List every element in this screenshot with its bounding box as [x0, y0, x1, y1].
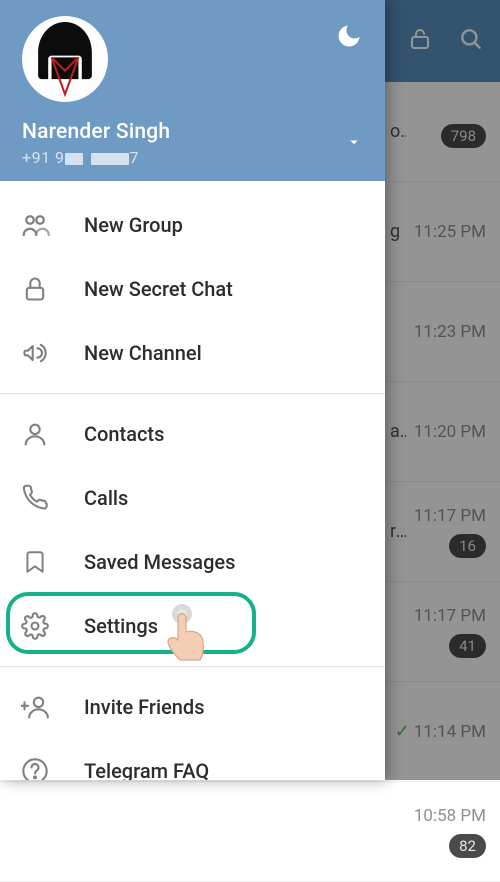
tutorial-pointer-icon	[158, 602, 218, 676]
menu-divider	[0, 666, 385, 667]
megaphone-icon	[20, 338, 50, 368]
menu-item-calls[interactable]: Calls	[0, 466, 385, 530]
menu-item-new-group[interactable]: New Group	[0, 193, 385, 257]
profile-phone: +91 9 7	[22, 148, 363, 167]
account-dropdown-icon[interactable]	[345, 133, 363, 155]
lock-icon	[20, 274, 50, 304]
chat-time: 10:58 PM	[414, 806, 486, 826]
menu-label: Calls	[84, 486, 128, 510]
navigation-drawer: Narender Singh +91 9 7 New Group New Sec…	[0, 0, 385, 780]
unread-badge: 82	[449, 834, 486, 858]
bookmark-icon	[20, 547, 50, 577]
menu-label: Telegram FAQ	[84, 759, 209, 780]
night-mode-icon[interactable]	[335, 22, 363, 54]
chat-row[interactable]: 10:58 PM 82	[0, 782, 500, 882]
help-icon	[20, 756, 50, 780]
menu-label: Saved Messages	[84, 550, 235, 574]
person-icon	[20, 419, 50, 449]
menu-item-new-channel[interactable]: New Channel	[0, 321, 385, 385]
drawer-header: Narender Singh +91 9 7	[0, 0, 385, 181]
menu-label: Settings	[84, 614, 158, 638]
menu-label: Contacts	[84, 422, 164, 446]
menu-item-invite-friends[interactable]: Invite Friends	[0, 675, 385, 739]
menu-item-saved-messages[interactable]: Saved Messages	[0, 530, 385, 594]
profile-name: Narender Singh	[22, 120, 363, 144]
phone-icon	[20, 483, 50, 513]
menu-item-contacts[interactable]: Contacts	[0, 402, 385, 466]
menu-divider	[0, 393, 385, 394]
menu-label: Invite Friends	[84, 695, 205, 719]
avatar[interactable]	[22, 16, 108, 102]
menu-label: New Secret Chat	[84, 277, 233, 301]
gear-icon	[20, 611, 50, 641]
menu-item-new-secret-chat[interactable]: New Secret Chat	[0, 257, 385, 321]
menu-item-settings[interactable]: Settings	[0, 594, 385, 658]
chat-meta: 10:58 PM 82	[406, 806, 486, 858]
drawer-menu: New Group New Secret Chat New Channel Co…	[0, 181, 385, 780]
menu-label: New Group	[84, 213, 183, 237]
menu-label: New Channel	[84, 341, 202, 365]
group-icon	[20, 210, 50, 240]
menu-item-telegram-faq[interactable]: Telegram FAQ	[0, 739, 385, 780]
invite-icon	[20, 692, 50, 722]
